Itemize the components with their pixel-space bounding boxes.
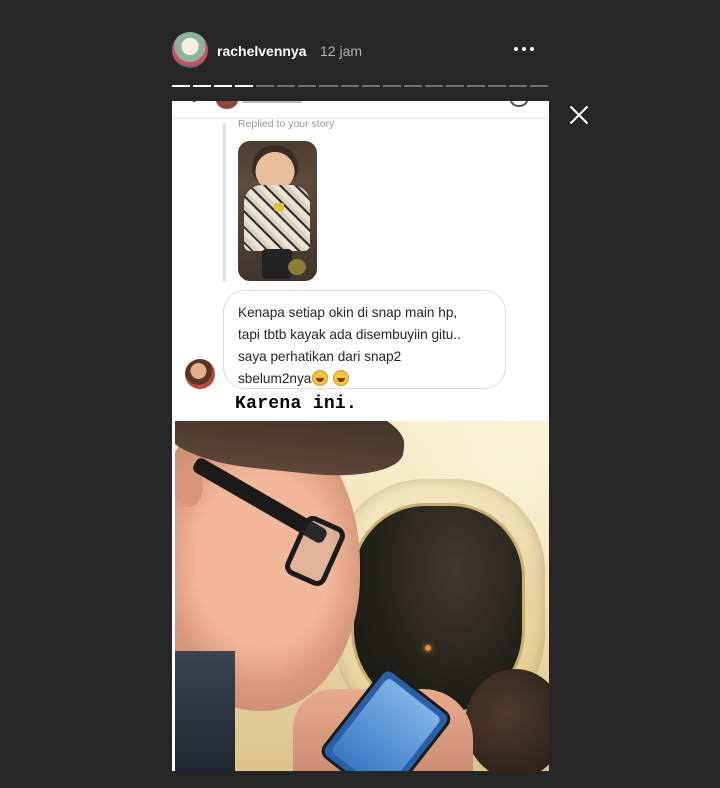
- replied-story-thumbnail: [238, 141, 317, 281]
- info-icon: [510, 101, 528, 107]
- batman-logo: [274, 203, 284, 211]
- runway-light: [425, 645, 431, 651]
- user-avatar[interactable]: [172, 32, 208, 68]
- chat-avatar: [216, 101, 238, 109]
- grinning-sweat-icon: [333, 370, 350, 386]
- message-line-3: saya perhatikan dari snap2: [238, 349, 402, 364]
- post-time: 12 jam: [320, 43, 363, 59]
- chat-name: [242, 101, 302, 103]
- message-bubble: Kenapa setiap okin di snap main hp, tapi…: [223, 290, 506, 389]
- progress-segment: [256, 85, 275, 87]
- progress-segment: [487, 85, 506, 87]
- progress-segment: [382, 85, 401, 87]
- message-line-2: tapi tbtb kayak ada disembuyiin gitu..: [238, 327, 461, 342]
- progress-segment: [361, 85, 380, 87]
- close-icon[interactable]: [568, 104, 590, 126]
- progress-segment: [445, 85, 464, 87]
- story-content[interactable]: Replied to your story Kenapa setiap okin…: [172, 101, 549, 771]
- grinning-sweat-icon: [312, 370, 329, 386]
- progress-segment: [530, 85, 549, 87]
- replied-label: Replied to your story: [238, 118, 335, 130]
- sender-avatar: [185, 359, 215, 389]
- reply-indicator-line: [223, 123, 226, 281]
- back-arrow-icon: [188, 101, 200, 103]
- progress-segment: [509, 85, 528, 87]
- message-line-4-text: sbelum2nya: [238, 371, 312, 386]
- username[interactable]: rachelvennya: [217, 43, 307, 59]
- progress-segment: [277, 85, 296, 87]
- progress-segment: [235, 85, 254, 87]
- airplane-photo: [175, 421, 549, 771]
- progress-segment: [466, 85, 485, 87]
- more-options-icon[interactable]: [514, 41, 538, 57]
- story-progress-bar: [172, 85, 549, 87]
- story-caption: Karena ini.: [235, 394, 358, 414]
- child-head: [252, 145, 298, 189]
- toy: [288, 259, 306, 275]
- progress-segment: [424, 85, 443, 87]
- progress-segment: [214, 85, 233, 87]
- message-line-4: sbelum2nya: [238, 368, 493, 390]
- progress-segment: [172, 85, 191, 87]
- progress-segment: [403, 85, 422, 87]
- child-sweater: [244, 185, 310, 251]
- story-header: rachelvennya 12 jam: [172, 32, 548, 70]
- progress-segment: [193, 85, 212, 87]
- progress-segment: [298, 85, 317, 87]
- progress-segment: [319, 85, 338, 87]
- progress-segment: [340, 85, 359, 87]
- message-line-1: Kenapa setiap okin di snap main hp,: [238, 305, 458, 320]
- man-shirt: [175, 651, 235, 771]
- chat-header-cropped: [172, 101, 549, 119]
